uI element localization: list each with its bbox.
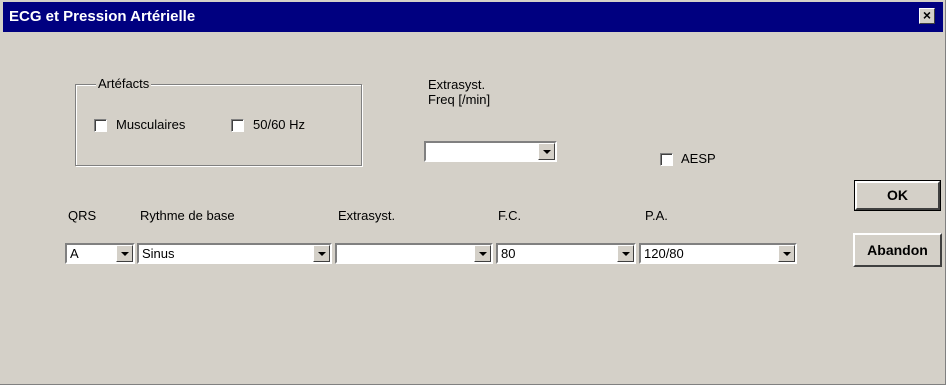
abandon-button[interactable]: Abandon bbox=[853, 233, 942, 267]
chevron-down-icon[interactable] bbox=[313, 245, 330, 262]
aesp-checkbox[interactable] bbox=[660, 153, 673, 166]
extrasyst-label: Extrasyst. bbox=[338, 208, 396, 223]
qrs-value: A bbox=[70, 246, 79, 261]
qrs-select[interactable]: A bbox=[65, 243, 135, 264]
pa-select[interactable]: 120/80 bbox=[639, 243, 797, 264]
chevron-down-icon[interactable] bbox=[474, 245, 491, 262]
extrasyst-freq-select[interactable] bbox=[424, 141, 557, 162]
rythme-label: Rythme de base bbox=[140, 208, 235, 223]
pa-value: 120/80 bbox=[644, 246, 684, 261]
extrasyst-freq-label-2: Freq [/min] bbox=[428, 92, 491, 107]
musculaires-label: Musculaires bbox=[116, 117, 186, 132]
window-title: ECG et Pression Artérielle bbox=[9, 8, 196, 25]
chevron-down-icon[interactable] bbox=[116, 245, 133, 262]
artefacts-legend: Artéfacts bbox=[96, 76, 152, 91]
fc-label: F.C. bbox=[498, 208, 522, 223]
aesp-label: AESP bbox=[681, 151, 716, 166]
ecg-dialog: ECG et Pression Artérielle × Artéfacts M… bbox=[0, 0, 946, 385]
rythme-select[interactable]: Sinus bbox=[137, 243, 332, 264]
fc-select[interactable]: 80 bbox=[496, 243, 636, 264]
fc-value: 80 bbox=[501, 246, 516, 261]
ok-button[interactable]: OK bbox=[854, 180, 941, 211]
hz-checkbox[interactable] bbox=[231, 119, 244, 132]
extrasyst-select[interactable] bbox=[335, 243, 493, 264]
musculaires-checkbox[interactable] bbox=[94, 119, 107, 132]
qrs-label: QRS bbox=[68, 208, 97, 223]
extrasyst-freq-label-1: Extrasyst. bbox=[428, 77, 486, 92]
title-bar[interactable]: ECG et Pression Artérielle × bbox=[3, 2, 943, 32]
chevron-down-icon[interactable] bbox=[617, 245, 634, 262]
pa-label: P.A. bbox=[645, 208, 668, 223]
chevron-down-icon[interactable] bbox=[538, 143, 555, 160]
chevron-down-icon[interactable] bbox=[778, 245, 795, 262]
close-icon[interactable]: × bbox=[919, 8, 935, 24]
hz-label: 50/60 Hz bbox=[253, 117, 306, 132]
rythme-value: Sinus bbox=[142, 246, 175, 261]
